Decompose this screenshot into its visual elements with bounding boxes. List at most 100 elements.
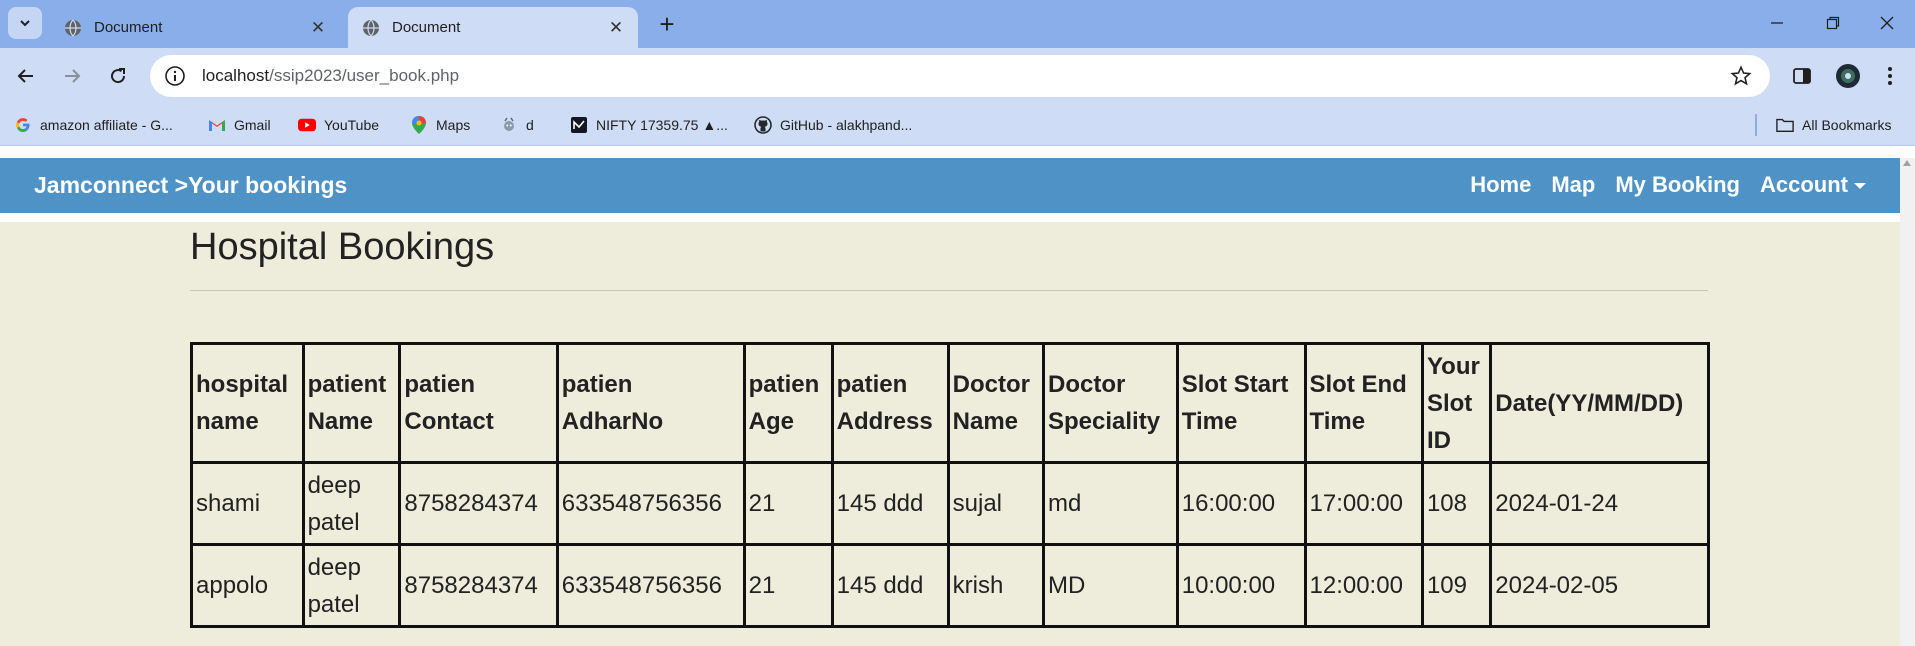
table-header-cell: Date(YY/MM/DD): [1489, 342, 1710, 464]
header-text: Address: [836, 408, 933, 435]
bookmark-youtube[interactable]: YouTube: [298, 114, 379, 136]
cell-text: 12:00:00: [1309, 572, 1403, 599]
header-text: Time: [1181, 408, 1238, 435]
close-icon[interactable]: ✕: [608, 18, 624, 37]
table-cell: 10:00:00: [1175, 543, 1307, 628]
table-cell: 16:00:00: [1175, 461, 1307, 546]
table-header-cell: patient Name: [301, 342, 402, 464]
cell-text: 2024-02-05: [1495, 572, 1619, 599]
browser-toolbar: localhost/ssip2023/user_book.php: [0, 48, 1915, 104]
arrow-right-icon: [65, 69, 81, 83]
bookings-table: hospital name patient Name patien Contact pati…: [190, 342, 1710, 628]
navbar-links: Home Map My Booking Account: [1470, 172, 1866, 198]
menu-button[interactable]: [1874, 60, 1906, 92]
maps-icon: [410, 116, 428, 134]
address-bar[interactable]: localhost/ssip2023/user_book.php: [150, 55, 1770, 97]
minimize-button[interactable]: [1754, 8, 1800, 38]
browser-tab-1[interactable]: Document ✕: [50, 7, 340, 48]
window-close-button[interactable]: [1864, 8, 1910, 38]
table-header-cell: hospital name: [190, 342, 305, 464]
cell-text: 633548756356: [561, 572, 722, 599]
bookmark-maps[interactable]: Maps: [410, 114, 470, 136]
scroll-up-icon[interactable]: [1903, 160, 1911, 166]
bookmark-amazon-affiliate[interactable]: amazon affiliate - G...: [14, 114, 173, 136]
bookmark-d[interactable]: d: [500, 114, 534, 136]
tab-title: Document: [392, 19, 461, 36]
site-info-icon[interactable]: [164, 65, 186, 87]
new-tab-button[interactable]: +: [652, 9, 682, 39]
cell-text: patel: [307, 508, 360, 536]
header-text: Name: [952, 408, 1019, 435]
nav-my-booking-link[interactable]: My Booking: [1615, 172, 1740, 198]
restore-button[interactable]: [1810, 8, 1856, 38]
bookmark-label: YouTube: [324, 117, 380, 133]
page-scrollbar[interactable]: [1900, 158, 1915, 646]
bookmark-gmail[interactable]: Gmail: [208, 114, 271, 136]
profile-avatar[interactable]: [1832, 60, 1864, 92]
header-text: Age: [748, 408, 794, 435]
url-text: localhost/ssip2023/user_book.php: [202, 66, 459, 86]
cell-text: deep: [307, 553, 361, 581]
bookmark-label: amazon affiliate - G...: [40, 117, 173, 133]
navbar-brand[interactable]: Jamconnect >Your bookings: [34, 172, 347, 199]
table-cell: sujal: [946, 461, 1046, 546]
arrow-left-icon: [17, 69, 33, 83]
table-cell: 8758284374: [398, 543, 559, 628]
table-header-cell: Slot Start Time: [1175, 342, 1307, 464]
cell-text: md: [1048, 490, 1082, 517]
app-navbar: Jamconnect >Your bookings Home Map My Bo…: [0, 158, 1900, 213]
back-button[interactable]: [10, 60, 42, 92]
close-icon[interactable]: ✕: [310, 18, 326, 37]
all-bookmarks-button[interactable]: All Bookmarks: [1776, 114, 1891, 136]
table-cell: 633548756356: [555, 461, 746, 546]
cell-text: patel: [307, 590, 360, 618]
all-bookmarks-label: All Bookmarks: [1802, 117, 1892, 133]
star-icon[interactable]: [1730, 65, 1752, 87]
forward-button[interactable]: [56, 60, 88, 92]
caret-down-icon: [1854, 183, 1866, 190]
header-text: Doctor: [1048, 371, 1126, 398]
table-header-cell: Slot End Time: [1303, 342, 1424, 464]
browser-tab-2[interactable]: Document ✕: [348, 7, 638, 48]
table-cell: deep patel: [301, 461, 402, 546]
bookmark-label: Maps: [436, 117, 471, 133]
url-host: localhost: [202, 66, 270, 85]
table-row: shami deep patel 8758284374 633548756356 21 14…: [190, 461, 1710, 546]
table-cell: shami: [190, 461, 305, 546]
globe-icon: [363, 19, 379, 36]
header-text: patien: [748, 371, 820, 398]
header-text: Contact: [404, 408, 494, 435]
cell-text: 145 ddd: [836, 490, 924, 517]
tab-search-button[interactable]: [8, 7, 42, 39]
gmail-icon: [208, 116, 226, 134]
table-cell: krish: [946, 543, 1046, 628]
nav-account-dropdown[interactable]: Account: [1760, 172, 1866, 198]
header-text: hospital: [196, 371, 289, 398]
bookmark-nifty[interactable]: NIFTY 17359.75 ▲...: [570, 114, 728, 136]
table-cell: 12:00:00: [1303, 543, 1424, 628]
nav-home-link[interactable]: Home: [1470, 172, 1531, 198]
header-text: patien: [404, 371, 476, 398]
table-header-row: hospital name patient Name patien Contact pati…: [190, 342, 1710, 464]
header-text: Your: [1426, 352, 1480, 380]
nav-map-link[interactable]: Map: [1551, 172, 1595, 198]
bookmark-github[interactable]: GitHub - alakhpand...: [754, 114, 912, 136]
reload-button[interactable]: [102, 60, 134, 92]
side-panel-button[interactable]: [1786, 60, 1818, 92]
youtube-icon: [298, 116, 316, 134]
table-cell: 2024-02-05: [1489, 543, 1710, 628]
header-text: Doctor: [952, 371, 1030, 398]
cell-text: 633548756356: [561, 490, 722, 517]
header-text: Slot Start: [1181, 371, 1289, 398]
nav-account-label: Account: [1760, 172, 1848, 197]
avatar-icon: [1836, 64, 1860, 88]
browser-tabstrip: Document ✕ Document ✕ +: [0, 0, 1915, 48]
cell-text: 2024-01-24: [1495, 490, 1619, 517]
bookmark-favicon: [500, 116, 518, 134]
nifty-icon: [570, 116, 588, 134]
table-header-cell: Doctor Name: [946, 342, 1046, 464]
header-text: Date(YY/MM/DD): [1495, 389, 1684, 417]
close-icon: [1880, 16, 1894, 30]
table-cell: 21: [742, 543, 834, 628]
cell-text: 10:00:00: [1181, 572, 1276, 599]
